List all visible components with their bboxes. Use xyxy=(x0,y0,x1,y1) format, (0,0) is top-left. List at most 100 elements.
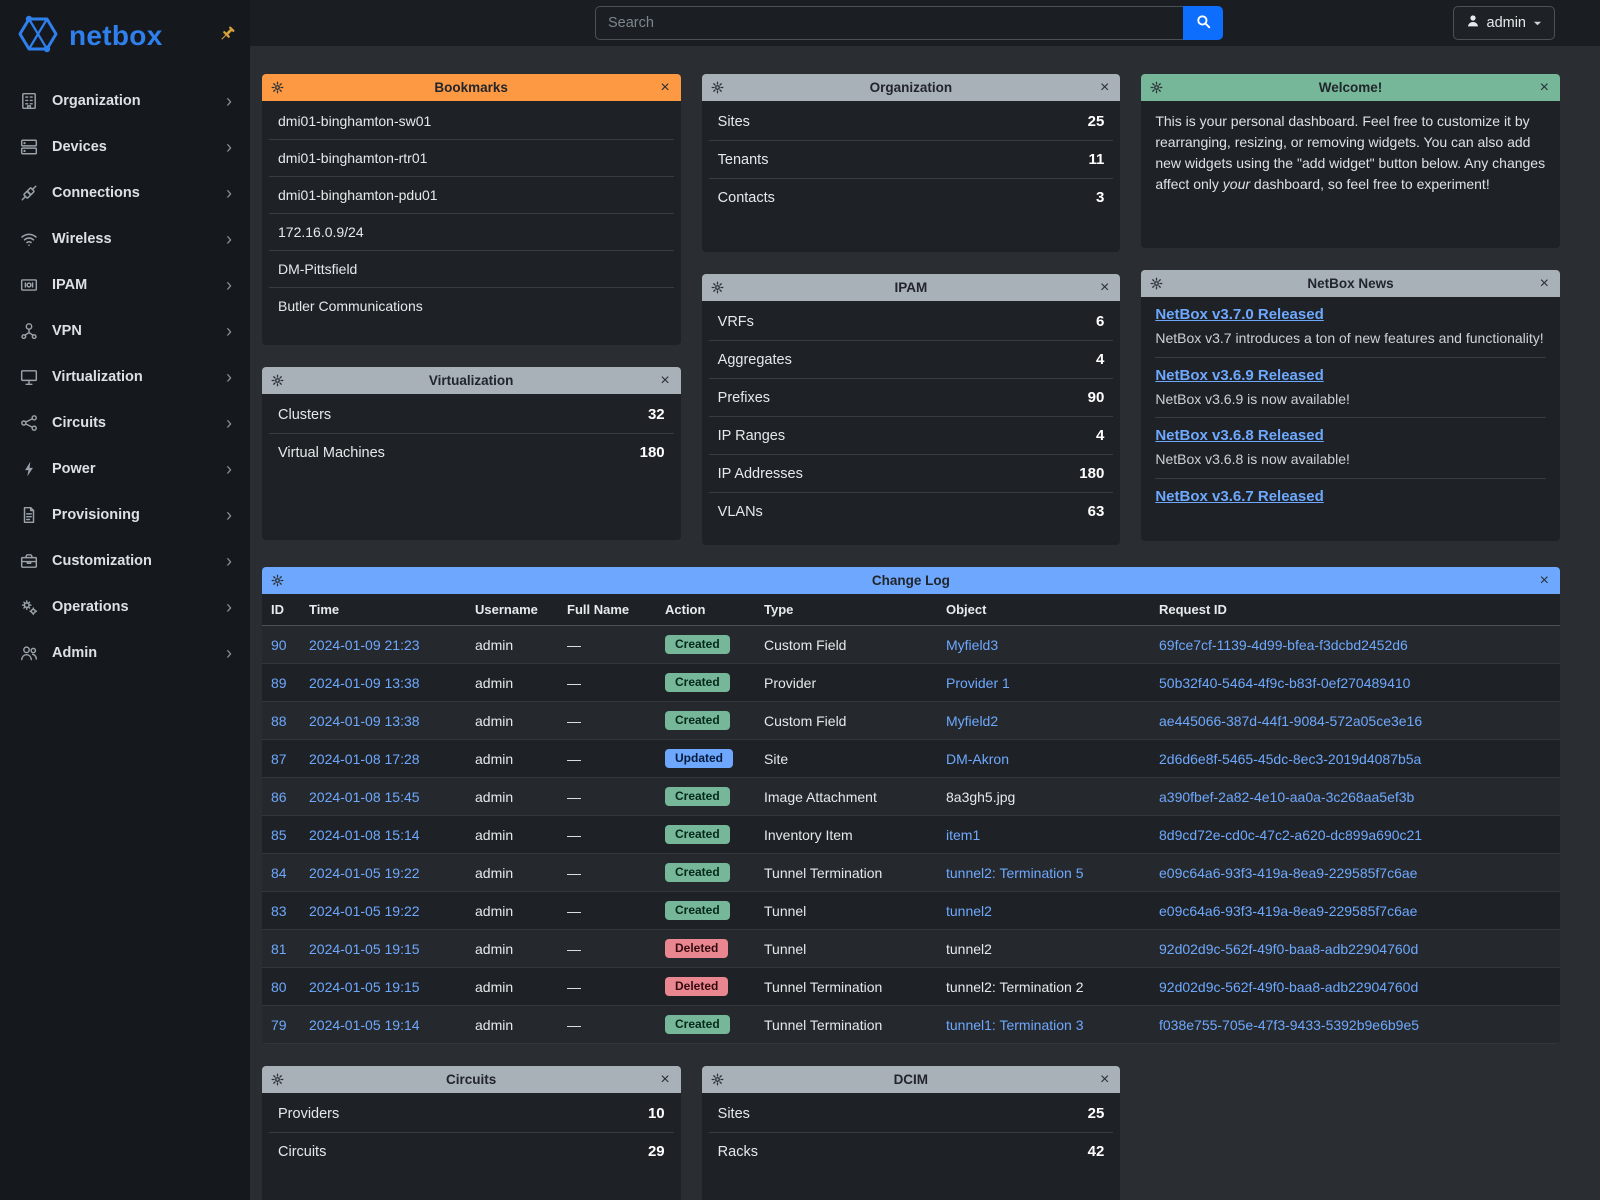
changelog-id-link[interactable]: 81 xyxy=(271,941,287,957)
request-id-link[interactable]: f038e755-705e-47f3-9433-5392b9e6b9e5 xyxy=(1159,1017,1419,1033)
netbox-logo[interactable]: netbox xyxy=(16,15,163,58)
changelog-time-link[interactable]: 2024-01-09 13:38 xyxy=(309,713,420,729)
bookmark-item[interactable]: Butler Communications xyxy=(269,288,674,324)
news-link[interactable]: NetBox v3.6.9 Released xyxy=(1155,367,1323,384)
object-link[interactable]: Myfield3 xyxy=(946,637,998,653)
stat-row[interactable]: Prefixes90 xyxy=(709,379,1114,417)
stat-row[interactable]: Contacts3 xyxy=(709,179,1114,216)
news-link[interactable]: NetBox v3.6.8 Released xyxy=(1155,427,1323,444)
request-id-link[interactable]: e09c64a6-93f3-419a-8ea9-229585f7c6ae xyxy=(1159,865,1417,881)
sidebar-item-organization[interactable]: Organization› xyxy=(0,78,250,124)
object-link[interactable]: item1 xyxy=(946,827,980,843)
news-link[interactable]: NetBox v3.6.7 Released xyxy=(1155,488,1323,505)
close-icon[interactable]: × xyxy=(658,373,671,389)
changelog-time-link[interactable]: 2024-01-05 19:22 xyxy=(309,865,420,881)
stat-row[interactable]: Virtual Machines180 xyxy=(269,434,674,471)
sidebar-item-circuits[interactable]: Circuits› xyxy=(0,400,250,446)
search-input[interactable] xyxy=(595,6,1183,40)
gear-icon[interactable] xyxy=(271,81,284,94)
request-id-link[interactable]: 2d6d6e8f-5465-45dc-8ec3-2019d4087b5a xyxy=(1159,751,1421,767)
stat-row[interactable]: Tenants11 xyxy=(709,141,1114,179)
bookmark-item[interactable]: dmi01-binghamton-pdu01 xyxy=(269,177,674,214)
request-id-link[interactable]: 92d02d9c-562f-49f0-baa8-adb22904760d xyxy=(1159,941,1418,957)
close-icon[interactable]: × xyxy=(1538,276,1551,292)
object-link[interactable]: tunnel2 xyxy=(946,903,992,919)
changelog-time-link[interactable]: 2024-01-05 19:15 xyxy=(309,941,420,957)
changelog-time-link[interactable]: 2024-01-09 13:38 xyxy=(309,675,420,691)
request-id-link[interactable]: e09c64a6-93f3-419a-8ea9-229585f7c6ae xyxy=(1159,903,1417,919)
stat-row[interactable]: IP Addresses180 xyxy=(709,455,1114,493)
stat-row[interactable]: Sites25 xyxy=(709,1095,1114,1133)
gear-icon[interactable] xyxy=(271,374,284,387)
stat-row[interactable]: Aggregates4 xyxy=(709,341,1114,379)
changelog-time-link[interactable]: 2024-01-05 19:14 xyxy=(309,1017,420,1033)
stat-row[interactable]: VRFs6 xyxy=(709,303,1114,341)
sidebar-item-connections[interactable]: Connections› xyxy=(0,170,250,216)
object-link[interactable]: tunnel2: Termination 5 xyxy=(946,865,1084,881)
changelog-id-link[interactable]: 80 xyxy=(271,979,287,995)
sidebar-item-admin[interactable]: Admin› xyxy=(0,630,250,676)
changelog-time-link[interactable]: 2024-01-08 15:45 xyxy=(309,789,420,805)
gear-icon[interactable] xyxy=(1150,277,1163,290)
stat-row[interactable]: Clusters32 xyxy=(269,396,674,434)
bookmark-item[interactable]: dmi01-binghamton-rtr01 xyxy=(269,140,674,177)
changelog-id-link[interactable]: 90 xyxy=(271,637,287,653)
bookmark-item[interactable]: 172.16.0.9/24 xyxy=(269,214,674,251)
stat-row[interactable]: Providers10 xyxy=(269,1095,674,1133)
changelog-id-link[interactable]: 88 xyxy=(271,713,287,729)
object-link[interactable]: tunnel1: Termination 3 xyxy=(946,1017,1084,1033)
request-id-link[interactable]: 50b32f40-5464-4f9c-b83f-0ef270489410 xyxy=(1159,675,1410,691)
changelog-id-link[interactable]: 84 xyxy=(271,865,287,881)
stat-row[interactable]: Sites25 xyxy=(709,103,1114,141)
bookmark-item[interactable]: dmi01-binghamton-sw01 xyxy=(269,103,674,140)
object-link[interactable]: DM-Akron xyxy=(946,751,1009,767)
stat-row[interactable]: VLANs63 xyxy=(709,493,1114,530)
sidebar-item-provisioning[interactable]: Provisioning› xyxy=(0,492,250,538)
sidebar-item-wireless[interactable]: Wireless› xyxy=(0,216,250,262)
news-link[interactable]: NetBox v3.7.0 Released xyxy=(1155,306,1323,323)
sidebar-item-virtualization[interactable]: Virtualization› xyxy=(0,354,250,400)
object-link[interactable]: Provider 1 xyxy=(946,675,1010,691)
sidebar-item-customization[interactable]: Customization› xyxy=(0,538,250,584)
pin-sidebar-icon[interactable] xyxy=(218,25,236,48)
bookmark-item[interactable]: DM-Pittsfield xyxy=(269,251,674,288)
object-link[interactable]: Myfield2 xyxy=(946,713,998,729)
changelog-id-link[interactable]: 85 xyxy=(271,827,287,843)
gear-icon[interactable] xyxy=(1150,81,1163,94)
close-icon[interactable]: × xyxy=(1098,280,1111,296)
close-icon[interactable]: × xyxy=(658,1072,671,1088)
request-id-link[interactable]: ae445066-387d-44f1-9084-572a05ce3e16 xyxy=(1159,713,1422,729)
gear-icon[interactable] xyxy=(271,1073,284,1086)
close-icon[interactable]: × xyxy=(658,80,671,96)
changelog-id-link[interactable]: 87 xyxy=(271,751,287,767)
changelog-time-link[interactable]: 2024-01-05 19:22 xyxy=(309,903,420,919)
changelog-id-link[interactable]: 79 xyxy=(271,1017,287,1033)
sidebar-item-ipam[interactable]: IPAM› xyxy=(0,262,250,308)
request-id-link[interactable]: 8d9cd72e-cd0c-47c2-a620-dc899a690c21 xyxy=(1159,827,1422,843)
search-button[interactable] xyxy=(1183,6,1223,40)
close-icon[interactable]: × xyxy=(1538,80,1551,96)
close-icon[interactable]: × xyxy=(1098,80,1111,96)
request-id-link[interactable]: 92d02d9c-562f-49f0-baa8-adb22904760d xyxy=(1159,979,1418,995)
changelog-time-link[interactable]: 2024-01-05 19:15 xyxy=(309,979,420,995)
user-menu-button[interactable]: admin xyxy=(1453,6,1556,40)
changelog-id-link[interactable]: 83 xyxy=(271,903,287,919)
gear-icon[interactable] xyxy=(711,281,724,294)
close-icon[interactable]: × xyxy=(1538,573,1551,589)
sidebar-item-vpn[interactable]: VPN› xyxy=(0,308,250,354)
changelog-time-link[interactable]: 2024-01-09 21:23 xyxy=(309,637,420,653)
sidebar-item-power[interactable]: Power› xyxy=(0,446,250,492)
sidebar-item-operations[interactable]: Operations› xyxy=(0,584,250,630)
gear-icon[interactable] xyxy=(711,1073,724,1086)
request-id-link[interactable]: 69fce7cf-1139-4d99-bfea-f3dcbd2452d6 xyxy=(1159,637,1408,653)
changelog-time-link[interactable]: 2024-01-08 15:14 xyxy=(309,827,420,843)
close-icon[interactable]: × xyxy=(1098,1072,1111,1088)
request-id-link[interactable]: a390fbef-2a82-4e10-aa0a-3c268aa5ef3b xyxy=(1159,789,1414,805)
stat-row[interactable]: Circuits29 xyxy=(269,1133,674,1170)
sidebar-item-devices[interactable]: Devices› xyxy=(0,124,250,170)
changelog-id-link[interactable]: 89 xyxy=(271,675,287,691)
changelog-id-link[interactable]: 86 xyxy=(271,789,287,805)
gear-icon[interactable] xyxy=(271,574,284,587)
changelog-time-link[interactable]: 2024-01-08 17:28 xyxy=(309,751,420,767)
stat-row[interactable]: IP Ranges4 xyxy=(709,417,1114,455)
